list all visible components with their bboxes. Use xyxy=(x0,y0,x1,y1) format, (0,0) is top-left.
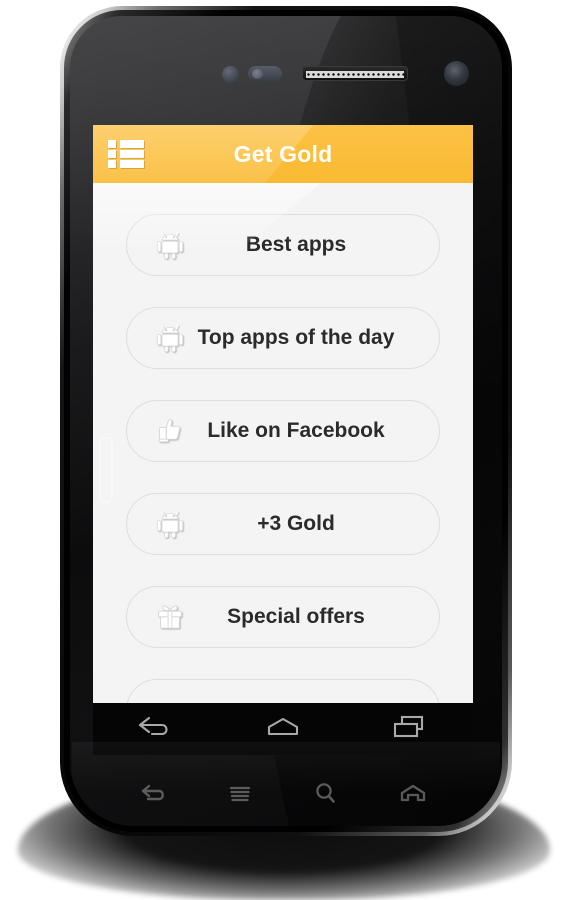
android-robot-icon xyxy=(149,317,191,359)
menu-dot xyxy=(108,160,116,168)
list-item-partial[interactable] xyxy=(126,679,440,703)
earpiece-speaker-icon xyxy=(302,66,408,81)
back-arrow-icon xyxy=(137,782,169,811)
android-robot-icon xyxy=(149,224,191,266)
capacitive-key-row xyxy=(110,772,456,820)
menu-row xyxy=(108,140,144,148)
nav-back-button[interactable] xyxy=(118,709,194,749)
nav-recents-button[interactable] xyxy=(372,709,448,749)
capacitive-menu-button[interactable] xyxy=(209,776,271,816)
list-item-top-apps-of-the-day[interactable]: Top apps of the day xyxy=(126,307,440,369)
thumbs-up-icon xyxy=(149,410,191,452)
device-screen: Get Gold Best apps Top apps of the day L… xyxy=(93,125,473,703)
menu-bar xyxy=(120,150,144,158)
capacitive-search-button[interactable] xyxy=(295,776,357,816)
menu-bar xyxy=(120,160,144,168)
search-magnifier-icon xyxy=(312,781,340,812)
light-sensor-icon xyxy=(248,66,282,82)
menu-row xyxy=(108,150,144,158)
home-pentagon-icon xyxy=(262,714,304,745)
list-item-special-offers[interactable]: Special offers xyxy=(126,586,440,648)
menu-row xyxy=(108,160,144,168)
list-item-like-on-facebook[interactable]: Like on Facebook xyxy=(126,400,440,462)
list-menu-icon[interactable] xyxy=(106,137,146,171)
nav-home-button[interactable] xyxy=(245,709,321,749)
capacitive-home-button[interactable] xyxy=(382,776,444,816)
gift-box-icon xyxy=(149,596,191,638)
proximity-sensor-icon xyxy=(222,66,239,83)
screenshot-stage: Get Gold Best apps Top apps of the day L… xyxy=(0,0,568,900)
list-item-best-apps[interactable]: Best apps xyxy=(126,214,440,276)
menu-dot xyxy=(108,140,116,148)
home-house-icon xyxy=(397,782,429,811)
hamburger-menu-icon xyxy=(225,782,255,811)
page-title: Get Gold xyxy=(233,141,333,167)
front-camera-icon xyxy=(444,61,469,86)
list-item-plus-3-gold[interactable]: +3 Gold xyxy=(126,493,440,555)
menu-bar xyxy=(120,140,144,148)
action-bar: Get Gold xyxy=(93,125,473,183)
recent-apps-icon xyxy=(389,714,431,745)
earpiece-mesh xyxy=(306,71,404,78)
menu-dot xyxy=(108,150,116,158)
navigation-bar xyxy=(93,703,473,755)
back-arrow-icon xyxy=(135,714,177,745)
android-robot-icon xyxy=(149,503,191,545)
capacitive-back-button[interactable] xyxy=(122,776,184,816)
volume-rocker-button[interactable] xyxy=(99,437,113,503)
rewards-list: Best apps Top apps of the day Like on Fa… xyxy=(93,183,473,703)
